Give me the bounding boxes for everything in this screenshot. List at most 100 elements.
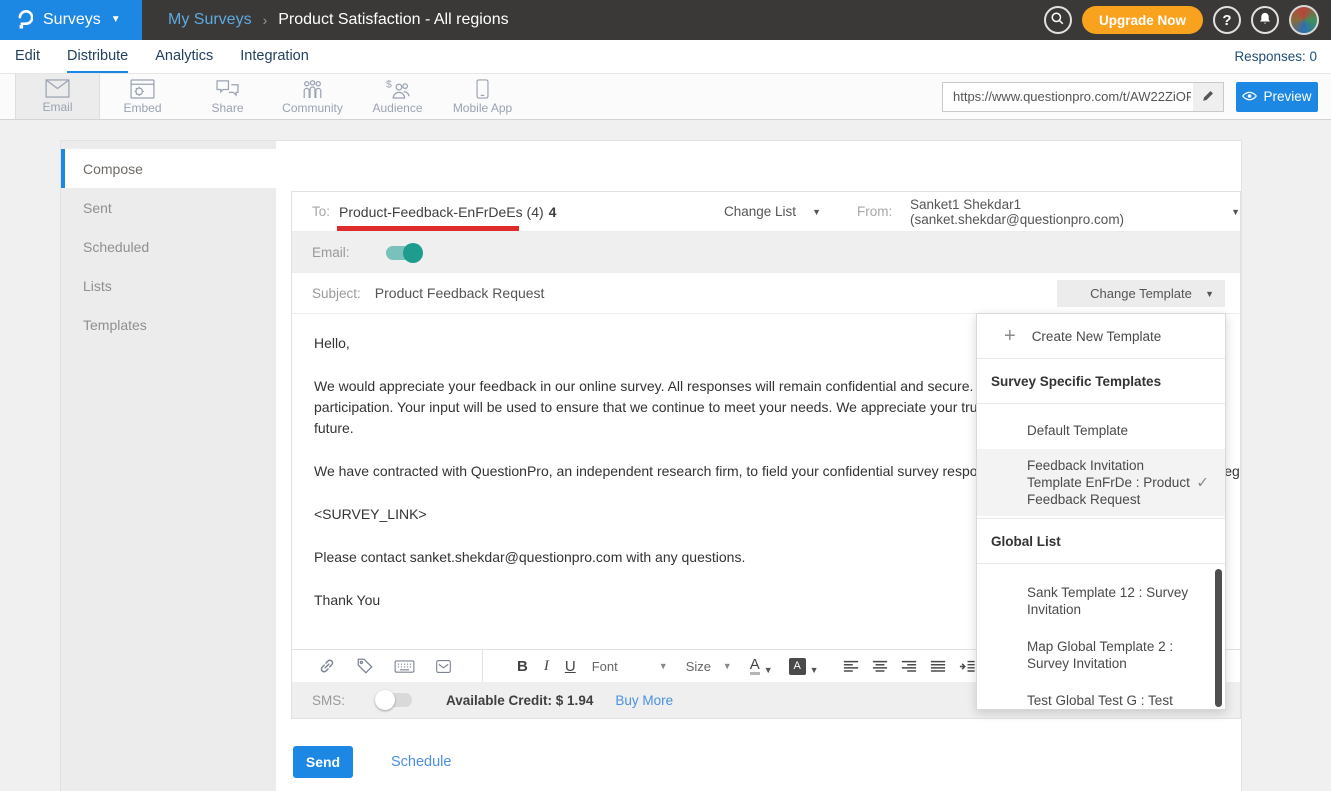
pencil-icon: [1202, 89, 1215, 105]
header-actions: Upgrade Now ?: [1044, 5, 1331, 35]
top-header: Surveys ▼ My Surveys › Product Satisfact…: [0, 0, 1331, 40]
questionpro-logo-icon: [16, 6, 33, 35]
survey-nav: Edit Distribute Analytics Integration Re…: [0, 40, 1331, 73]
sms-toggle[interactable]: [378, 693, 412, 707]
sidebar-item-lists[interactable]: Lists: [61, 266, 276, 305]
search-icon: [1050, 11, 1065, 30]
chevron-down-icon: ▼: [812, 207, 821, 217]
tab-mobile-app[interactable]: Mobile App: [440, 74, 525, 119]
product-label: Surveys: [43, 11, 101, 29]
available-credit: Available Credit: $ 1.94: [446, 693, 593, 708]
size-select[interactable]: Size ▼: [686, 659, 732, 674]
buy-more-link[interactable]: Buy More: [615, 693, 673, 708]
email-toggle-label: Email:: [312, 245, 350, 260]
tab-audience[interactable]: $ Audience: [355, 74, 440, 119]
to-list-value[interactable]: Product-Feedback-EnFrDeEs (4): [339, 204, 544, 220]
schedule-link[interactable]: Schedule: [391, 754, 451, 770]
highlight-color-button[interactable]: A ▼: [789, 658, 819, 675]
chevron-down-icon: ▼: [764, 665, 773, 675]
question-mark-icon: ?: [1222, 12, 1231, 29]
surveys-product-menu[interactable]: Surveys ▼: [0, 0, 142, 40]
tab-edit[interactable]: Edit: [15, 40, 40, 73]
preview-button[interactable]: Preview: [1236, 82, 1318, 112]
tab-distribute[interactable]: Distribute: [67, 40, 128, 73]
plus-icon: +: [1004, 326, 1016, 346]
toolbar-divider: [482, 650, 483, 683]
chevron-down-icon: ▼: [1231, 207, 1240, 217]
text-color-button[interactable]: A ▼: [750, 657, 773, 676]
change-template-button[interactable]: Change Template ▼: [1057, 280, 1225, 307]
font-select[interactable]: Font ▼: [592, 659, 668, 674]
from-sender-dropdown[interactable]: Sanket1 Shekdar1 (sanket.shekdar@questio…: [910, 197, 1240, 227]
survey-url-box: [942, 82, 1224, 112]
audience-icon: $: [385, 79, 410, 99]
breadcrumb: My Surveys › Product Satisfaction - All …: [168, 11, 509, 29]
sidebar-item-compose[interactable]: Compose: [61, 149, 276, 188]
change-list-dropdown[interactable]: Change List ▼: [724, 204, 821, 219]
send-button[interactable]: Send: [293, 746, 353, 778]
toggle-knob: [375, 690, 395, 710]
sms-toggle-label: SMS:: [312, 693, 345, 708]
svg-text:$: $: [386, 79, 392, 90]
bell-icon: [1258, 11, 1272, 30]
help-button[interactable]: ?: [1213, 6, 1241, 34]
justify-button[interactable]: [930, 660, 946, 673]
distribute-toolbar: Email Embed Share Community $ Audience: [0, 73, 1331, 120]
template-item-sank-12[interactable]: Sank Template 12 : Survey Invitation: [977, 576, 1225, 626]
chevron-down-icon: ▼: [1205, 289, 1214, 299]
email-toggle-row: Email:: [292, 232, 1240, 273]
user-avatar[interactable]: [1289, 5, 1319, 35]
sidebar-item-scheduled[interactable]: Scheduled: [61, 227, 276, 266]
inline-mail-icon[interactable]: [435, 658, 452, 675]
survey-url-group: Preview: [942, 82, 1331, 112]
template-item-map-global-2[interactable]: Map Global Template 2 : Survey Invitatio…: [977, 630, 1225, 680]
breadcrumb-my-surveys[interactable]: My Surveys: [168, 11, 252, 29]
bold-button[interactable]: B: [517, 658, 528, 675]
sidebar-item-sent[interactable]: Sent: [61, 188, 276, 227]
change-template-dropdown: + Create New Template Survey Specific Te…: [976, 313, 1226, 710]
tag-icon[interactable]: [356, 657, 374, 675]
share-icon: [215, 79, 240, 99]
app-root: Surveys ▼ My Surveys › Product Satisfact…: [0, 0, 1331, 791]
link-icon[interactable]: [318, 657, 336, 675]
to-label: To:: [312, 204, 330, 219]
page-title: Product Satisfaction - All regions: [278, 11, 508, 29]
align-left-button[interactable]: [843, 660, 859, 673]
subject-row: Subject: Product Feedback Request Change…: [292, 273, 1240, 314]
indent-button[interactable]: [959, 660, 976, 673]
survey-url-input[interactable]: [943, 89, 1193, 104]
upgrade-now-button[interactable]: Upgrade Now: [1082, 6, 1203, 34]
from-label: From:: [857, 204, 892, 219]
edit-url-button[interactable]: [1193, 83, 1223, 111]
email-toggle[interactable]: [386, 246, 420, 260]
notifications-button[interactable]: [1251, 6, 1279, 34]
email-sidebar: Compose Sent Scheduled Lists Templates: [61, 141, 276, 791]
dropdown-scrollbar[interactable]: [1215, 569, 1222, 707]
sidebar-item-templates[interactable]: Templates: [61, 305, 276, 344]
search-button[interactable]: [1044, 6, 1072, 34]
to-row: To: Product-Feedback-EnFrDeEs (4) 4 Chan…: [292, 192, 1240, 232]
to-recipient-count: 4: [549, 204, 557, 220]
italic-button[interactable]: I: [544, 658, 549, 675]
subject-value[interactable]: Product Feedback Request: [375, 285, 545, 301]
align-center-button[interactable]: [872, 660, 888, 673]
chevron-down-icon: ▼: [810, 665, 819, 675]
underline-button[interactable]: U: [565, 658, 576, 675]
template-item-test-global[interactable]: Test Global Test G : Test RAA G: [977, 684, 1225, 710]
create-new-template-item[interactable]: + Create New Template: [977, 314, 1225, 359]
tab-share[interactable]: Share: [185, 74, 270, 119]
tab-embed[interactable]: Embed: [100, 74, 185, 119]
subject-label: Subject:: [312, 286, 361, 301]
global-list-section: Global List Sank Template 12 : Survey In…: [977, 518, 1225, 710]
tab-community[interactable]: Community: [270, 74, 355, 119]
align-right-button[interactable]: [901, 660, 917, 673]
keyboard-icon[interactable]: [394, 659, 415, 674]
template-item-default[interactable]: Default Template: [977, 414, 1225, 447]
tab-analytics[interactable]: Analytics: [155, 40, 213, 73]
tab-email[interactable]: Email: [15, 74, 100, 119]
template-item-feedback-invitation[interactable]: Feedback Invitation Template EnFrDe : Pr…: [977, 449, 1225, 516]
tab-integration[interactable]: Integration: [240, 40, 309, 73]
responses-count: Responses: 0: [1234, 49, 1317, 64]
survey-specific-template-list: Default Template Feedback Invitation Tem…: [977, 404, 1225, 516]
breadcrumb-separator: ›: [263, 12, 268, 28]
